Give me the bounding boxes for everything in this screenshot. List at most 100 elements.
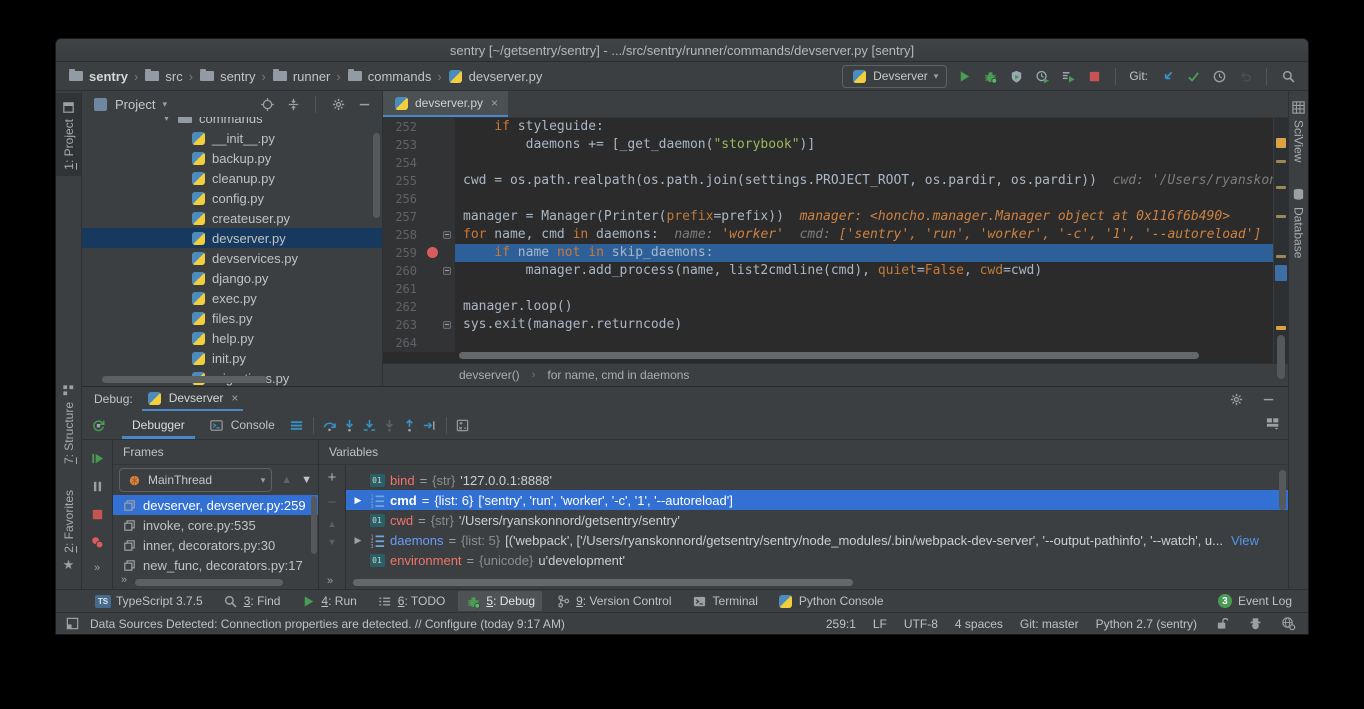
fold-gutter[interactable]	[441, 226, 455, 244]
run-to-cursor-button[interactable]	[422, 417, 438, 433]
toolwindow-stripe--project[interactable]: 1: Project	[56, 93, 81, 176]
restore-layout-button[interactable]	[1264, 416, 1280, 432]
fold-gutter[interactable]	[441, 136, 455, 154]
project-view-title[interactable]: Project	[115, 97, 155, 112]
thread-select[interactable]: MainThread ▾	[119, 468, 272, 492]
toolwindow-button-terminal[interactable]: Terminal	[685, 591, 765, 611]
unlocked-icon[interactable]	[1214, 616, 1230, 632]
variable-row[interactable]: ▶123daemons = {list: 5} [('webpack', ['/…	[346, 530, 1288, 550]
run-with-coverage-button[interactable]	[1008, 68, 1024, 84]
code-line[interactable]: 253 daemons += [_get_daemon("storybook")…	[383, 136, 1273, 154]
error-stripe-mark[interactable]	[1276, 160, 1286, 163]
show-history-button[interactable]	[1211, 68, 1227, 84]
toolwindow-stripe--structure[interactable]: 7: Structure	[56, 376, 81, 470]
more-actions-button[interactable]: »	[94, 562, 100, 574]
tree-item[interactable]: ▾commands	[82, 117, 382, 128]
code-line[interactable]: 258for name, cmd in daemons: name: 'work…	[383, 226, 1273, 244]
step-out-button[interactable]	[402, 417, 418, 433]
view-link[interactable]: View	[1231, 533, 1259, 548]
line-number[interactable]: 252	[383, 118, 425, 136]
breakpoint-gutter[interactable]	[425, 208, 441, 226]
line-number[interactable]: 255	[383, 172, 425, 190]
expand-arrow-icon[interactable]: ▾	[162, 117, 171, 124]
code-line[interactable]: 262manager.loop()	[383, 298, 1273, 316]
line-number[interactable]: 256	[383, 190, 425, 208]
toolwindow-button-6-todo[interactable]: 6: TODO	[370, 591, 453, 611]
horizontal-scrollbar[interactable]	[459, 352, 1199, 359]
resume-button[interactable]	[89, 450, 105, 466]
fold-gutter[interactable]	[441, 280, 455, 298]
fold-gutter[interactable]	[441, 172, 455, 190]
run-button[interactable]	[956, 68, 972, 84]
fold-marker-icon[interactable]	[443, 321, 451, 329]
breakpoint-gutter[interactable]	[425, 226, 441, 244]
fold-gutter[interactable]	[441, 262, 455, 280]
variable-row[interactable]: 01cwd = {str} '/Users/ryanskonnord/getse…	[346, 510, 1288, 530]
status-widget[interactable]: Python 2.7 (sentry)	[1096, 617, 1197, 631]
toolwindow-button-5-debug[interactable]: 5: Debug	[458, 591, 542, 611]
status-widget[interactable]: 259:1	[826, 617, 856, 631]
line-number[interactable]: 263	[383, 316, 425, 334]
concurrency-visualizer-button[interactable]	[1060, 68, 1076, 84]
rollback-button[interactable]	[1237, 68, 1253, 84]
tree-item[interactable]: init.py	[82, 348, 382, 368]
profiler-button[interactable]	[1034, 68, 1050, 84]
close-tab-icon[interactable]: ×	[491, 96, 498, 110]
code-editor[interactable]: 252 if styleguide:253 daemons += [_get_d…	[383, 118, 1273, 363]
fold-gutter[interactable]	[441, 316, 455, 334]
error-stripe-mark[interactable]	[1276, 326, 1286, 330]
breakpoint-gutter[interactable]	[425, 334, 441, 352]
more-chevrons-icon[interactable]: »	[327, 575, 333, 587]
threads-view-menu-button[interactable]	[289, 417, 305, 433]
toolwindow-stripe-database[interactable]: Database	[1291, 186, 1307, 258]
error-stripe-mark[interactable]	[1276, 215, 1286, 218]
view-breakpoints-button[interactable]	[89, 534, 105, 550]
step-into-my-code-button[interactable]	[362, 417, 378, 433]
line-number[interactable]: 253	[383, 136, 425, 154]
toolwindow-button-4-run[interactable]: 4: Run	[293, 591, 363, 611]
breadcrumb-item[interactable]: commands	[347, 68, 432, 84]
close-session-icon[interactable]: ×	[231, 391, 238, 405]
more-chevrons-icon[interactable]: »	[121, 574, 127, 586]
debug-tab-debugger[interactable]: Debugger	[122, 411, 195, 439]
debug-session-tab[interactable]: Devserver ×	[142, 387, 244, 411]
breakpoint-gutter[interactable]	[425, 190, 441, 208]
scrollbar-thumb[interactable]	[1277, 335, 1285, 379]
status-message[interactable]: Data Sources Detected: Connection proper…	[90, 617, 565, 631]
toolwindow-button-typescript-3-7-5[interactable]: TSTypeScript 3.7.5	[88, 591, 210, 611]
code-line[interactable]: 263sys.exit(manager.returncode)	[383, 316, 1273, 334]
code-line[interactable]: 254	[383, 154, 1273, 172]
execution-point-mark[interactable]	[1275, 265, 1287, 281]
editor-breadcrumb-item[interactable]: devserver()	[459, 368, 520, 382]
remove-watch-button[interactable]: −	[328, 494, 337, 511]
zoom-window-button[interactable]	[106, 44, 118, 56]
line-number[interactable]: 261	[383, 280, 425, 298]
close-window-button[interactable]	[66, 44, 78, 56]
toolwindow-stripe--favorites[interactable]: 2: Favorites★	[56, 484, 81, 579]
editor-tab-devserver[interactable]: devserver.py ×	[383, 91, 508, 117]
tree-item[interactable]: files.py	[82, 308, 382, 328]
hide-toolwindow-button[interactable]	[1260, 391, 1276, 407]
line-number[interactable]: 257	[383, 208, 425, 226]
tree-item[interactable]: devservices.py	[82, 248, 382, 268]
code-line[interactable]: 261	[383, 280, 1273, 298]
pause-button[interactable]	[89, 478, 105, 494]
locate-file-button[interactable]	[259, 96, 275, 112]
code-line[interactable]: 264	[383, 334, 1273, 352]
stop-process-button[interactable]	[89, 506, 105, 522]
breakpoint-gutter[interactable]	[425, 154, 441, 172]
toolwindow-stripe-sciview[interactable]: SciView	[1291, 99, 1307, 162]
breakpoint-gutter[interactable]	[425, 244, 441, 262]
event-log-button[interactable]: 3Event Log	[1218, 594, 1298, 608]
fold-marker-icon[interactable]	[443, 231, 451, 239]
hide-toolwindow-button[interactable]	[356, 96, 372, 112]
fold-gutter[interactable]	[441, 208, 455, 226]
minimize-window-button[interactable]	[86, 44, 98, 56]
rerun-button[interactable]	[90, 417, 106, 433]
commit-button[interactable]	[1185, 68, 1201, 84]
variable-row[interactable]: 01environment = {unicode} u'development'	[346, 550, 1288, 570]
code-line[interactable]: 259 if name not in skip_daemons:	[383, 244, 1273, 262]
tree-item[interactable]: createuser.py	[82, 208, 382, 228]
horizontal-scrollbar[interactable]	[102, 376, 267, 383]
frame-row[interactable]: inner, decorators.py:30	[113, 535, 318, 555]
